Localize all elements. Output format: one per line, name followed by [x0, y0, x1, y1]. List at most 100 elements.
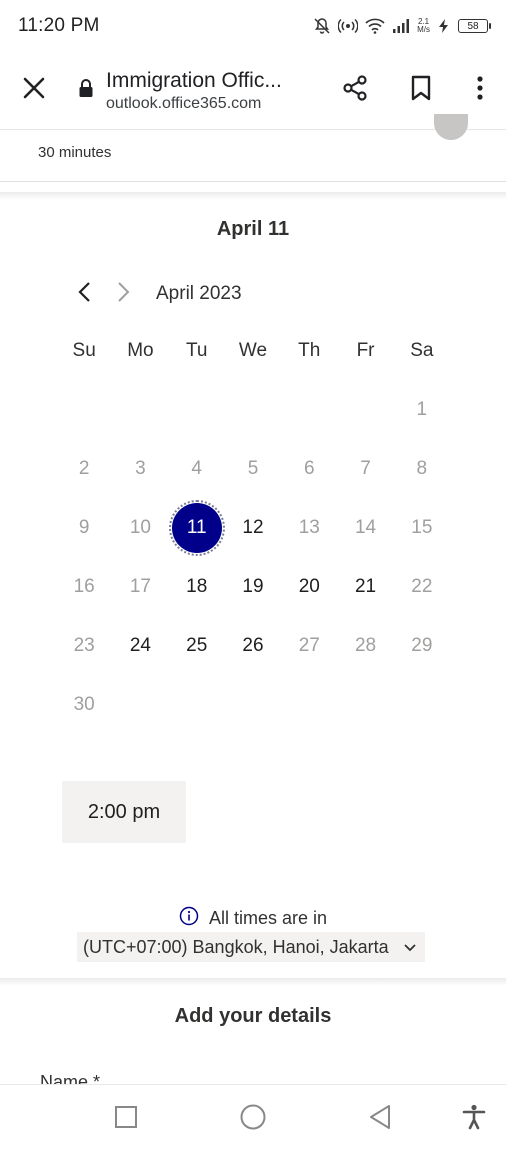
bell-off-icon — [313, 17, 331, 35]
previous-month-button[interactable] — [68, 278, 102, 310]
calendar-day: 7 — [337, 439, 393, 498]
calendar-day-number: 8 — [416, 457, 428, 479]
add-details-heading: Add your details — [174, 1005, 332, 1027]
calendar-day: 28 — [337, 616, 393, 675]
calendar-day[interactable]: 25 — [169, 616, 225, 675]
calendar-empty-cell — [337, 675, 393, 734]
weekday-header: Su Mo Tu We Th Fr Sa — [56, 322, 450, 380]
calendar-day[interactable]: 12 — [225, 498, 281, 557]
calendar-day-number: 4 — [191, 457, 202, 479]
calendar-day[interactable]: 26 — [225, 616, 281, 675]
status-time: 11:20 PM — [18, 15, 100, 36]
month-navigation: April 2023 — [68, 278, 242, 310]
calendar-day-number: 28 — [354, 634, 377, 656]
accessibility-icon — [462, 1104, 486, 1135]
chevron-left-icon — [78, 281, 92, 308]
calendar-empty-cell — [281, 380, 337, 439]
page-info: Immigration Offic... outlook.office365.c… — [106, 69, 311, 113]
weekday-label: We — [238, 340, 268, 361]
lock-icon — [78, 78, 94, 103]
share-button[interactable] — [322, 52, 388, 130]
net-speed: 2.1 M/s — [417, 18, 430, 34]
timezone-select[interactable]: (UTC+07:00) Bangkok, Hanoi, Jakarta — [77, 932, 425, 962]
calendar-day-number: 24 — [129, 634, 151, 656]
calendar-day: 15 — [394, 498, 450, 557]
url-area[interactable]: Immigration Offic... outlook.office365.c… — [68, 69, 322, 113]
close-icon — [23, 77, 45, 104]
charging-icon — [437, 18, 451, 34]
calendar-day: 8 — [394, 439, 450, 498]
calendar-day: 6 — [281, 439, 337, 498]
calendar-day: 29 — [394, 616, 450, 675]
calendar-day[interactable]: 24 — [112, 616, 168, 675]
status-icons: 2.1 M/s 58 — [313, 17, 491, 35]
timezone-note-text: All times are in — [208, 908, 328, 928]
calendar-day: 27 — [281, 616, 337, 675]
bookmark-icon — [410, 75, 432, 106]
calendar-day: 2 — [56, 439, 112, 498]
home-icon — [239, 1103, 267, 1136]
calendar-day-number: 27 — [298, 634, 320, 656]
calendar-day-number: 26 — [242, 634, 264, 656]
recents-button[interactable] — [96, 1085, 156, 1152]
calendar-day[interactable]: 19 — [225, 557, 281, 616]
calendar-day-number: 21 — [354, 575, 377, 597]
timezone-value: (UTC+07:00) Bangkok, Hanoi, Jakarta — [83, 936, 389, 957]
calendar-day-number: 17 — [129, 575, 151, 597]
calendar-day: 23 — [56, 616, 112, 675]
calendar-day-number: 16 — [73, 575, 95, 597]
time-slot-button[interactable]: 2:00 pm — [62, 781, 186, 843]
calendar-day-selected[interactable]: 11 — [168, 498, 225, 557]
calendar-day-number: 11 — [168, 499, 225, 556]
calendar-empty-cell — [169, 380, 225, 439]
next-month-button[interactable] — [106, 278, 140, 310]
system-navigation-bar — [0, 1084, 506, 1152]
info-icon — [179, 906, 199, 931]
calendar-day: 3 — [112, 439, 168, 498]
calendar-day-number: 29 — [411, 634, 433, 656]
calendar-day-number: 25 — [186, 634, 208, 656]
calendar-day[interactable]: 18 — [169, 557, 225, 616]
selected-date-heading: April 11 — [216, 218, 290, 240]
back-button[interactable] — [350, 1085, 410, 1152]
battery-icon: 58 — [458, 19, 491, 33]
recents-icon — [114, 1105, 138, 1134]
back-icon — [368, 1104, 392, 1135]
weekday-label: Tu — [185, 340, 208, 361]
calendar-empty-cell — [337, 380, 393, 439]
calendar-day-number: 19 — [242, 575, 264, 597]
calendar-week-row: 2 3 4 5 6 7 8 — [56, 439, 450, 498]
calendar-day: 10 — [112, 498, 168, 557]
weekday-label: Fr — [356, 340, 375, 361]
calendar-day-number: 23 — [73, 634, 95, 656]
battery-level: 58 — [467, 20, 479, 32]
calendar-empty-cell — [169, 675, 225, 734]
calendar-day-number: 14 — [354, 516, 377, 538]
section-divider — [0, 192, 506, 200]
calendar-day-number: 5 — [247, 457, 259, 479]
net-speed-unit: M/s — [417, 25, 430, 34]
calendar-day: 16 — [56, 557, 112, 616]
service-card[interactable]: 30 minutes — [0, 114, 506, 182]
calendar-day-number: 30 — [73, 693, 95, 715]
calendar-week-row: 23 24 25 26 27 28 29 — [56, 616, 450, 675]
home-button[interactable] — [223, 1085, 283, 1152]
calendar-day[interactable]: 21 — [337, 557, 393, 616]
calendar-day-number: 12 — [242, 516, 264, 538]
calendar-grid: Su Mo Tu We Th Fr Sa 1 2 3 4 5 6 7 8 9 10 11 12 13 14… — [56, 322, 450, 734]
weekday-label: Th — [298, 340, 321, 361]
calendar-day-number: 20 — [298, 575, 320, 597]
timezone-note: All times are in — [0, 906, 506, 931]
signal-icon — [392, 18, 410, 34]
calendar-week-row: 1 — [56, 380, 450, 439]
close-button[interactable] — [0, 52, 68, 130]
status-bar: 11:20 PM 2.1 M/s 58 — [0, 0, 506, 52]
service-toggle[interactable] — [434, 114, 468, 140]
section-divider — [0, 978, 506, 986]
weekday-label: Su — [72, 340, 96, 361]
chevron-right-icon — [116, 281, 130, 308]
calendar-day-number: 15 — [411, 516, 433, 538]
accessibility-button[interactable] — [444, 1085, 504, 1152]
weekday-label: Sa — [410, 340, 434, 361]
calendar-day[interactable]: 20 — [281, 557, 337, 616]
